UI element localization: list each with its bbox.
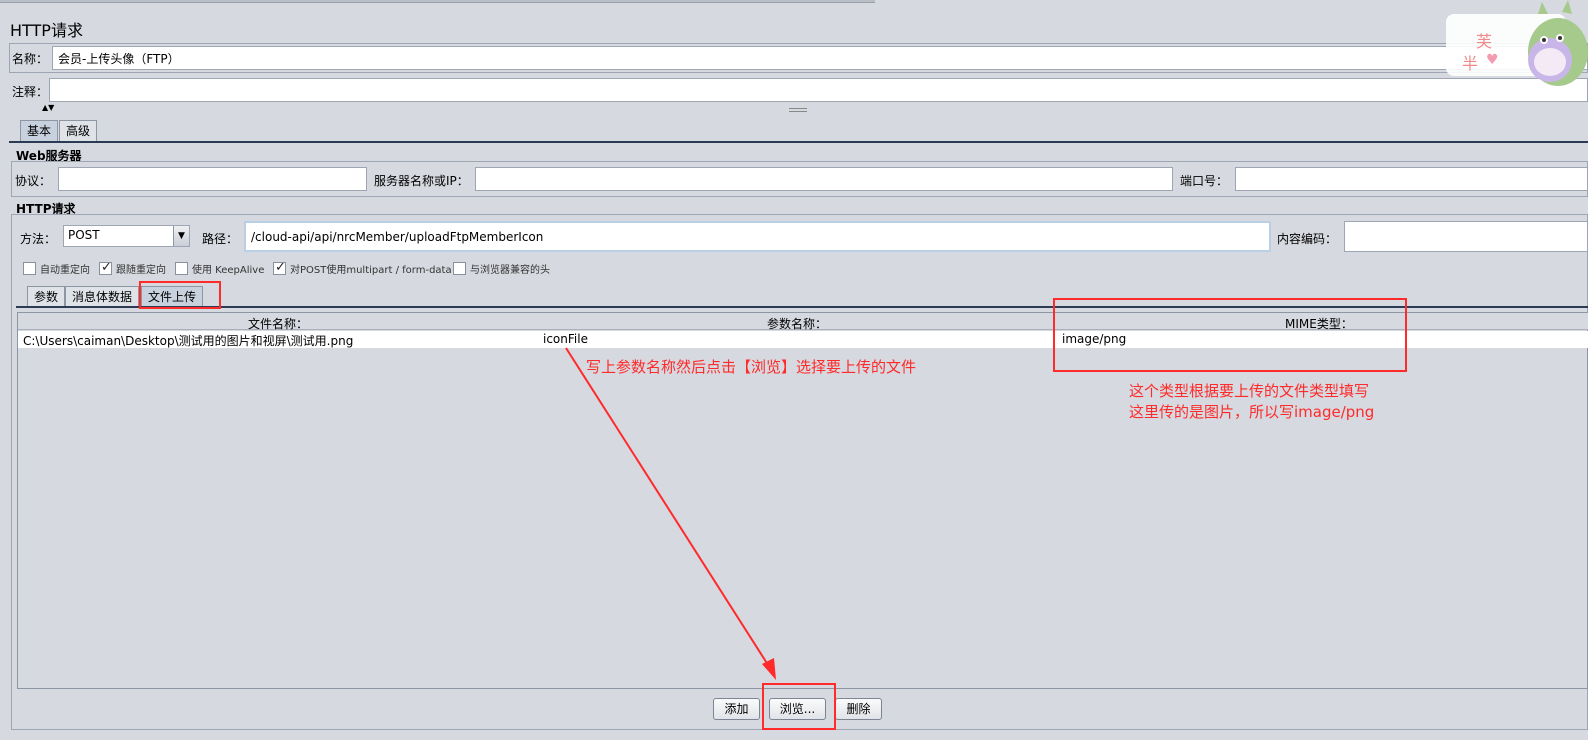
annotation-arrow (565, 347, 776, 680)
watermark-char-2: 半 (1462, 54, 1479, 73)
totoro-sticker-icon (1446, 0, 1588, 86)
watermark-char-1: 芙 (1476, 32, 1493, 51)
shirt-icon: ♥ (1486, 52, 1499, 68)
corner-watermark: 芙 半 ♥ (1446, 0, 1588, 90)
